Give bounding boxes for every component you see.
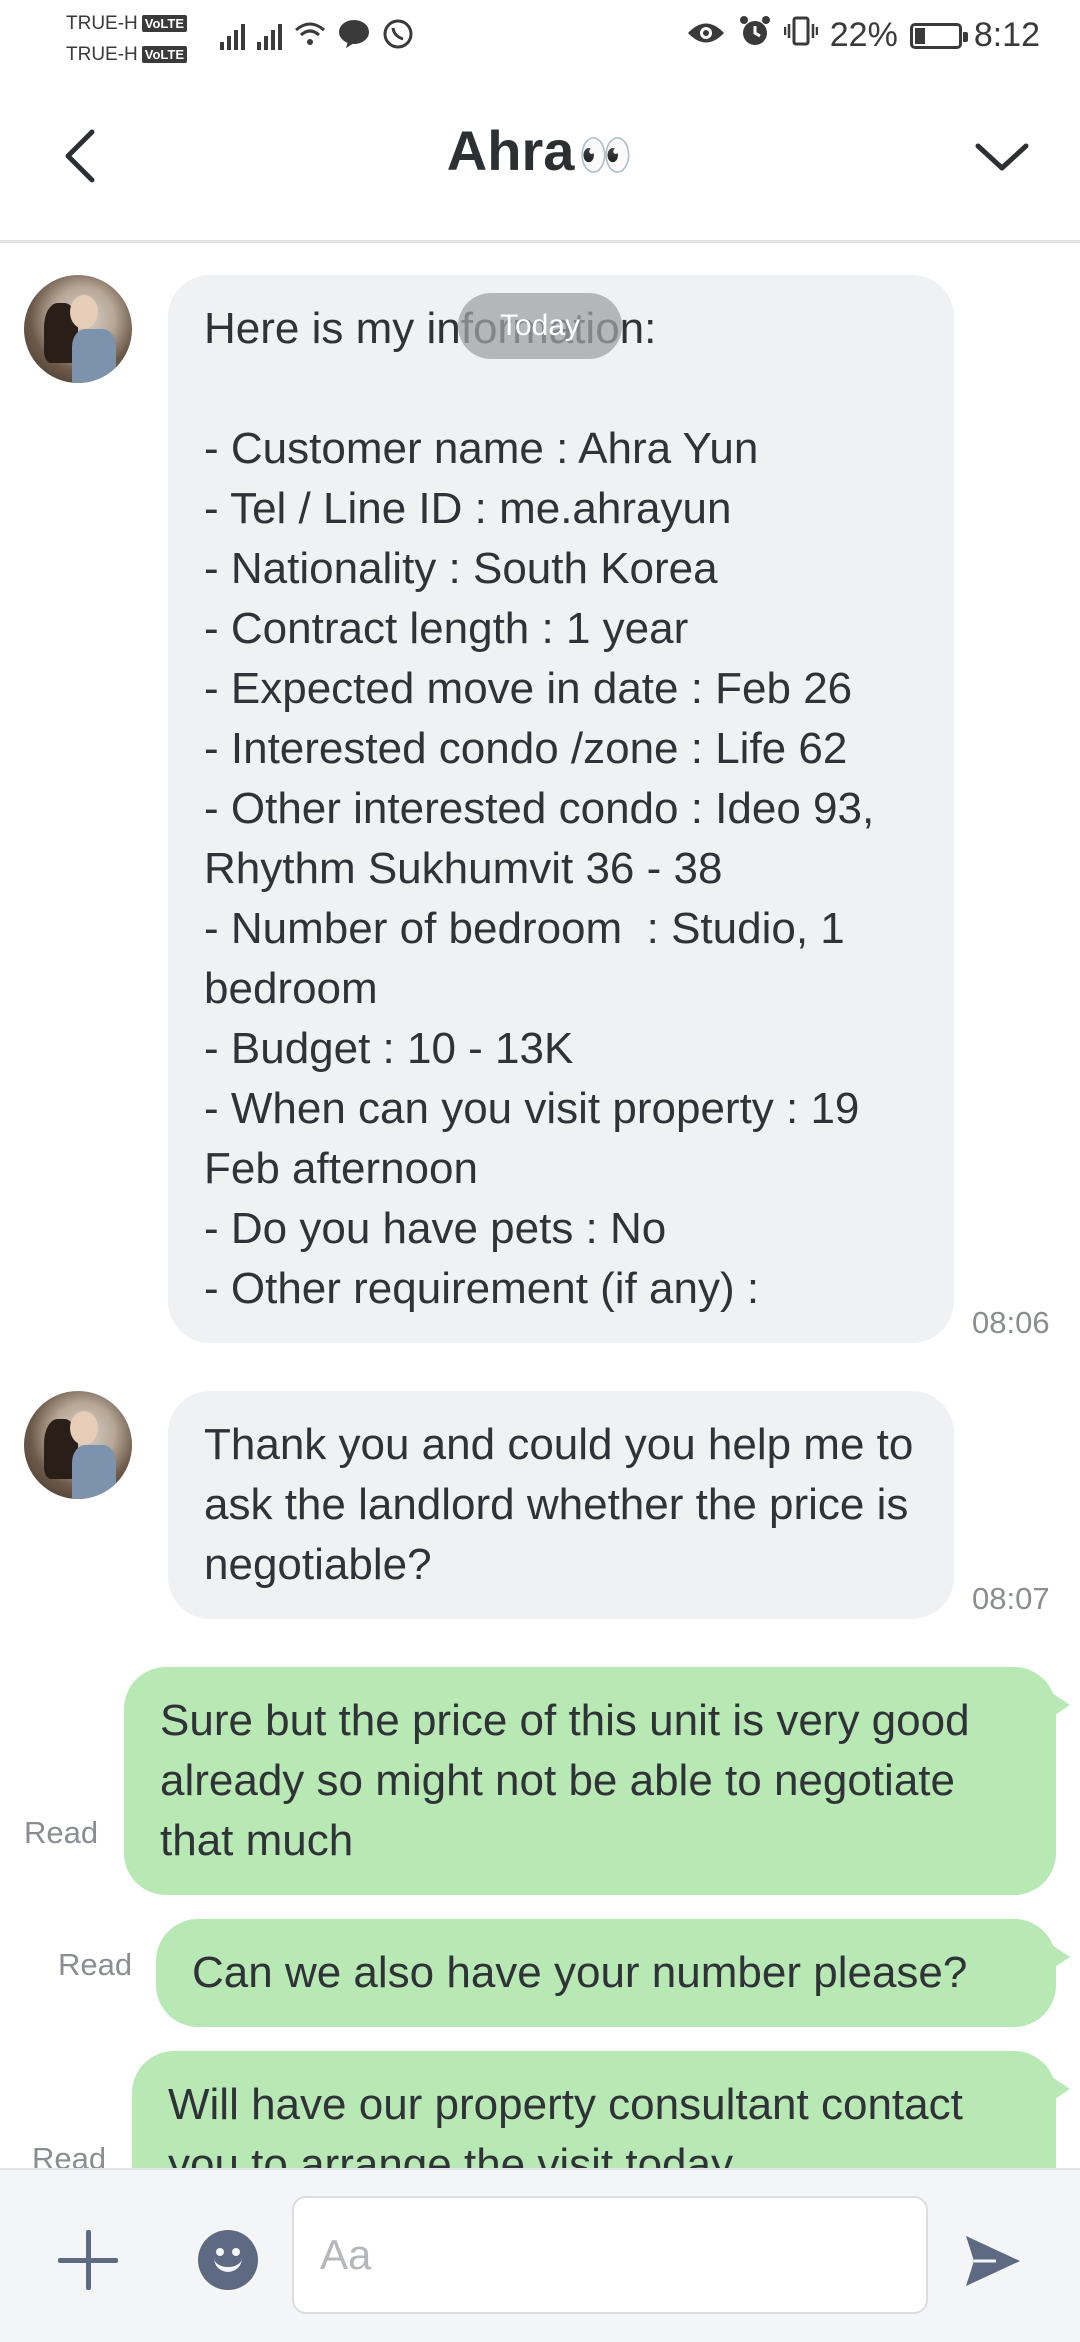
avatar[interactable]	[24, 275, 132, 383]
battery-level	[914, 27, 925, 44]
emoji-icon[interactable]	[198, 2230, 258, 2290]
carrier-1: TRUE-H	[66, 13, 138, 34]
outgoing-message[interactable]: Can we also have your number please?	[156, 1919, 1070, 2027]
alarm-icon	[738, 14, 772, 57]
message-input-placeholder: Aa	[320, 2231, 372, 2278]
read-receipt: Read	[32, 2141, 107, 2168]
date-separator: Today	[458, 293, 622, 359]
message-time: 08:06	[972, 1305, 1050, 1340]
eyes-emoji: 👀	[578, 131, 634, 181]
chat-header: Ahra👀	[0, 76, 1080, 243]
chevron-down-icon	[975, 143, 1029, 171]
incoming-message[interactable]: Thank you and could you help me to ask t…	[168, 1391, 954, 1619]
message-input[interactable]: Aa	[292, 2196, 928, 2314]
message-time: 08:07	[972, 1581, 1050, 1616]
battery-percent: 22%	[829, 16, 898, 54]
contact-name: Ahra	[446, 119, 575, 182]
read-receipt: Read	[58, 1947, 133, 1982]
incoming-message[interactable]: Here is my information: - Customer name …	[168, 275, 954, 1343]
status-bar: TRUE-H VoLTE TRUE-H VoLTE 22% 8:12	[0, 0, 1080, 76]
avatar[interactable]	[24, 1391, 132, 1499]
wifi-icon	[294, 18, 326, 50]
clock: 8:12	[973, 16, 1040, 54]
outgoing-message[interactable]: Will have our property consultant contac…	[132, 2051, 1070, 2168]
plus-icon[interactable]	[54, 2226, 122, 2294]
outgoing-message[interactable]: Sure but the price of this unit is very …	[124, 1667, 1070, 1895]
vibrate-icon	[783, 14, 818, 57]
battery-icon	[909, 22, 968, 49]
signal-icon	[220, 20, 245, 50]
message-input-bar: Aa	[0, 2168, 1080, 2342]
signal-icon	[257, 20, 282, 50]
read-receipt: Read	[24, 1815, 99, 1850]
line-app-icon	[338, 18, 370, 50]
send-icon[interactable]	[962, 2230, 1024, 2292]
carrier-2: TRUE-H	[66, 44, 138, 65]
carrier-info: TRUE-H VoLTE TRUE-H VoLTE	[66, 8, 188, 70]
chat-title[interactable]: Ahra👀	[0, 118, 1080, 183]
whatsapp-icon	[382, 18, 414, 50]
message-list[interactable]: Here is my information: - Customer name …	[0, 243, 1080, 2168]
eye-icon	[686, 16, 726, 55]
volte-badge: VoLTE	[141, 46, 188, 63]
menu-toggle-button[interactable]	[962, 116, 1042, 196]
volte-badge: VoLTE	[141, 15, 188, 32]
